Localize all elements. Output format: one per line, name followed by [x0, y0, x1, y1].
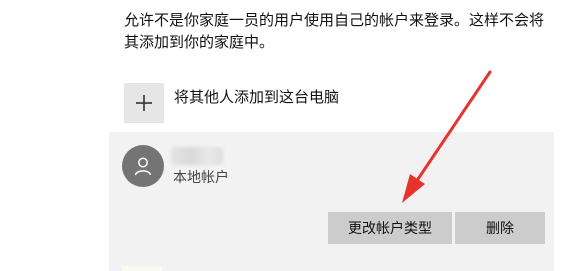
add-other-user-row[interactable]: 将其他人添加到这台电脑	[124, 80, 339, 126]
family-description-text: 允许不是你家庭一员的用户使用自己的帐户来登录。这样不会将其添加到你的家庭中。	[124, 11, 545, 51]
account-type-label: 本地帐户	[173, 170, 229, 186]
person-icon	[122, 145, 164, 187]
delete-account-button[interactable]: 删除	[455, 212, 545, 244]
account-name-redacted	[171, 147, 223, 165]
plus-icon[interactable]	[124, 83, 164, 123]
local-account-panel[interactable]: 本地帐户 更改帐户类型 删除	[109, 132, 554, 271]
change-account-type-button[interactable]: 更改帐户类型	[328, 212, 452, 244]
next-item-edge	[122, 266, 162, 271]
add-other-user-label[interactable]: 将其他人添加到这台电脑	[174, 86, 339, 107]
